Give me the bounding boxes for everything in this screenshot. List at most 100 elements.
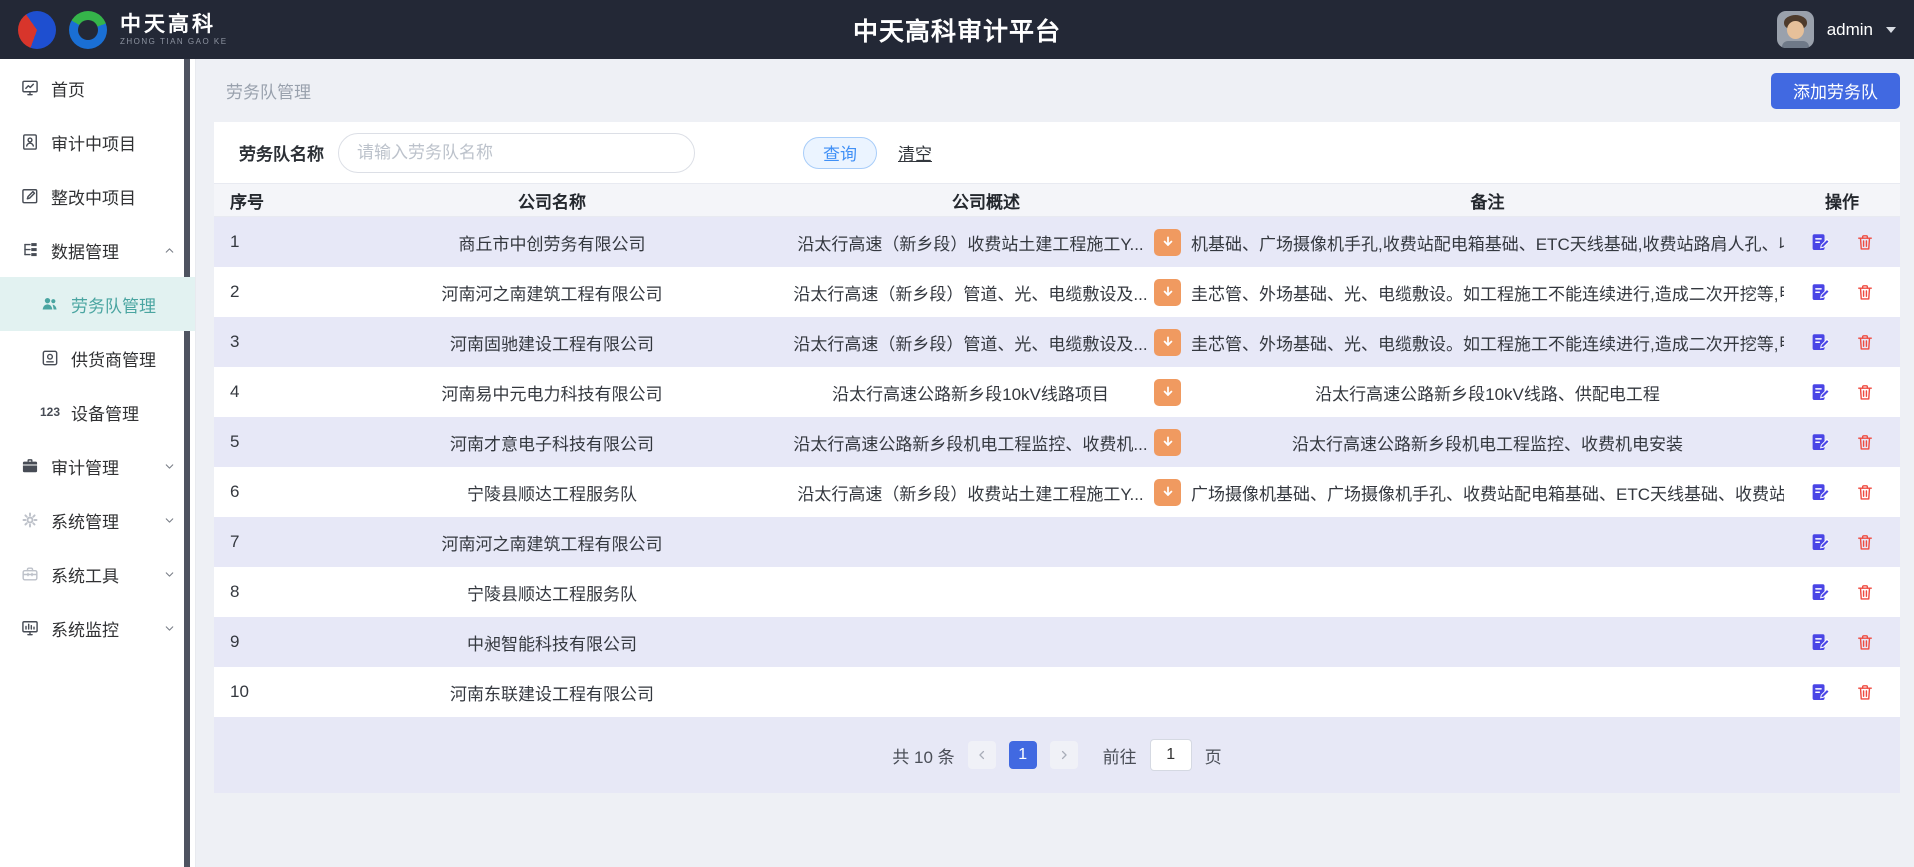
- sidebar-item-home[interactable]: 首页: [0, 61, 195, 115]
- table-row: 9中昶智能科技有限公司: [214, 617, 1900, 667]
- delete-icon[interactable]: [1855, 432, 1875, 453]
- delete-icon[interactable]: [1855, 282, 1875, 303]
- supplier-card-icon: [39, 347, 61, 369]
- sidebar-item-label: 数据管理: [51, 238, 119, 263]
- cell-actions: [1784, 432, 1900, 453]
- delete-icon[interactable]: [1855, 632, 1875, 653]
- sidebar-item-auditing-projects[interactable]: 审计中项目: [0, 115, 195, 169]
- edit-icon[interactable]: [1810, 482, 1831, 503]
- content-card: 劳务队名称 查询 清空 序号 公司名称 公司概述 备注 操作 1商丘市中创劳务有…: [214, 122, 1900, 793]
- chevron-down-icon: [163, 622, 176, 635]
- cell-company-name: 中昶智能科技有限公司: [317, 630, 787, 655]
- avatar[interactable]: [1777, 11, 1814, 48]
- column-header-company-overview: 公司概述: [787, 188, 1185, 213]
- table-row: 2河南河之南建筑工程有限公司沿太行高速（新乡段）管道、光、电缆敷设及...圭芯管…: [214, 267, 1900, 317]
- cell-index: 10: [214, 682, 317, 702]
- cell-index: 6: [214, 482, 317, 502]
- clear-button[interactable]: 清空: [898, 140, 932, 165]
- delete-icon[interactable]: [1855, 232, 1875, 253]
- next-page-button[interactable]: [1050, 741, 1078, 769]
- cell-company-name: 河南易中元电力科技有限公司: [317, 380, 787, 405]
- download-icon[interactable]: [1154, 329, 1181, 356]
- user-menu[interactable]: admin: [1777, 11, 1896, 48]
- company-logo-icon: [69, 11, 107, 49]
- main-content: 劳务队管理 添加劳务队 劳务队名称 查询 清空 序号 公司名称 公司概述 备注 …: [196, 59, 1914, 867]
- search-row: 劳务队名称 查询 清空: [214, 122, 1900, 183]
- edit-icon[interactable]: [1810, 382, 1831, 403]
- search-input[interactable]: [338, 133, 695, 173]
- sidebar-item-rectifying-projects[interactable]: 整改中项目: [0, 169, 195, 223]
- page-1-button[interactable]: 1: [1009, 741, 1037, 769]
- search-label: 劳务队名称: [239, 140, 324, 165]
- brand-name: 中天高科: [120, 13, 228, 36]
- company-overview-text: 沿太行高速（新乡段）收费站土建工程施工Y...: [787, 230, 1154, 255]
- cell-company-overview: 沿太行高速公路新乡段机电工程监控、收费机...: [787, 429, 1185, 456]
- sidebar: 首页审计中项目整改中项目数据管理劳务队管理供货商管理123设备管理审计管理系统管…: [0, 59, 196, 867]
- table-body: 1商丘市中创劳务有限公司沿太行高速（新乡段）收费站土建工程施工Y...机基础、广…: [214, 217, 1900, 717]
- cell-actions: [1784, 282, 1900, 303]
- cell-company-name: 商丘市中创劳务有限公司: [317, 230, 787, 255]
- company-overview-text: 沿太行高速（新乡段）管道、光、电缆敷设及...: [787, 280, 1154, 305]
- edit-icon[interactable]: [1810, 282, 1831, 303]
- edit-icon[interactable]: [1810, 532, 1831, 553]
- cell-remark: 沿太行高速公路新乡段10kV线路、供配电工程: [1185, 380, 1784, 405]
- cell-company-name: 河南固驰建设工程有限公司: [317, 330, 787, 355]
- cell-actions: [1784, 532, 1900, 553]
- sidebar-item-label: 设备管理: [71, 400, 139, 425]
- sidebar-item-system-monitor[interactable]: 系统监控: [0, 601, 195, 655]
- sidebar-item-label: 整改中项目: [51, 184, 136, 209]
- add-labor-team-button[interactable]: 添加劳务队: [1771, 73, 1900, 109]
- sidebar-item-labor-team-management[interactable]: 劳务队管理: [0, 277, 195, 331]
- cell-index: 2: [214, 282, 317, 302]
- cell-company-name: 河南东联建设工程有限公司: [317, 680, 787, 705]
- page-unit-label: 页: [1205, 743, 1222, 768]
- goto-label: 前往: [1103, 743, 1137, 768]
- download-icon[interactable]: [1154, 229, 1181, 256]
- cell-actions: [1784, 482, 1900, 503]
- cell-remark: 机基础、广场摄像机手孔,收费站配电箱基础、ETC天线基础,收费站路肩人孔、收费岛…: [1185, 230, 1784, 255]
- cell-actions: [1784, 332, 1900, 353]
- delete-icon[interactable]: [1855, 332, 1875, 353]
- download-icon[interactable]: [1154, 429, 1181, 456]
- edit-icon[interactable]: [1810, 332, 1831, 353]
- layout: 首页审计中项目整改中项目数据管理劳务队管理供货商管理123设备管理审计管理系统管…: [0, 59, 1914, 867]
- download-icon[interactable]: [1154, 379, 1181, 406]
- brand: 中天高科 ZHONG TIAN GAO KE: [18, 11, 228, 49]
- sidebar-item-system-tools[interactable]: 系统工具: [0, 547, 195, 601]
- delete-icon[interactable]: [1855, 682, 1875, 703]
- edit-icon[interactable]: [1810, 232, 1831, 253]
- sidebar-item-device-management[interactable]: 123设备管理: [0, 385, 195, 439]
- sidebar-item-supplier-management[interactable]: 供货商管理: [0, 331, 195, 385]
- download-icon[interactable]: [1154, 279, 1181, 306]
- table-row: 6宁陵县顺达工程服务队沿太行高速（新乡段）收费站土建工程施工Y...广场摄像机基…: [214, 467, 1900, 517]
- delete-icon[interactable]: [1855, 582, 1875, 603]
- sidebar-item-label: 审计管理: [51, 454, 119, 479]
- cell-index: 9: [214, 632, 317, 652]
- brand-subtitle: ZHONG TIAN GAO KE: [120, 37, 228, 46]
- delete-icon[interactable]: [1855, 482, 1875, 503]
- cell-company-name: 河南河之南建筑工程有限公司: [317, 280, 787, 305]
- cell-index: 3: [214, 332, 317, 352]
- query-button[interactable]: 查询: [803, 137, 877, 169]
- delete-icon[interactable]: [1855, 382, 1875, 403]
- edit-icon[interactable]: [1810, 432, 1831, 453]
- cell-actions: [1784, 582, 1900, 603]
- goto-page-input[interactable]: [1150, 739, 1192, 771]
- table-row: 4河南易中元电力科技有限公司沿太行高速公路新乡段10kV线路项目沿太行高速公路新…: [214, 367, 1900, 417]
- chevron-right-icon: [1057, 748, 1071, 762]
- chevron-down-icon: [1886, 27, 1896, 33]
- sidebar-item-system-management[interactable]: 系统管理: [0, 493, 195, 547]
- cell-actions: [1784, 632, 1900, 653]
- download-icon[interactable]: [1154, 479, 1181, 506]
- edit-icon[interactable]: [1810, 682, 1831, 703]
- cell-company-overview: 沿太行高速（新乡段）管道、光、电缆敷设及...: [787, 279, 1185, 306]
- sidebar-item-audit-management[interactable]: 审计管理: [0, 439, 195, 493]
- cell-company-name: 河南河之南建筑工程有限公司: [317, 530, 787, 555]
- delete-icon[interactable]: [1855, 532, 1875, 553]
- prev-page-button[interactable]: [968, 741, 996, 769]
- edit-icon[interactable]: [1810, 632, 1831, 653]
- cell-company-name: 河南才意电子科技有限公司: [317, 430, 787, 455]
- gear-icon: [19, 509, 41, 531]
- edit-icon[interactable]: [1810, 582, 1831, 603]
- sidebar-item-data-management[interactable]: 数据管理: [0, 223, 195, 277]
